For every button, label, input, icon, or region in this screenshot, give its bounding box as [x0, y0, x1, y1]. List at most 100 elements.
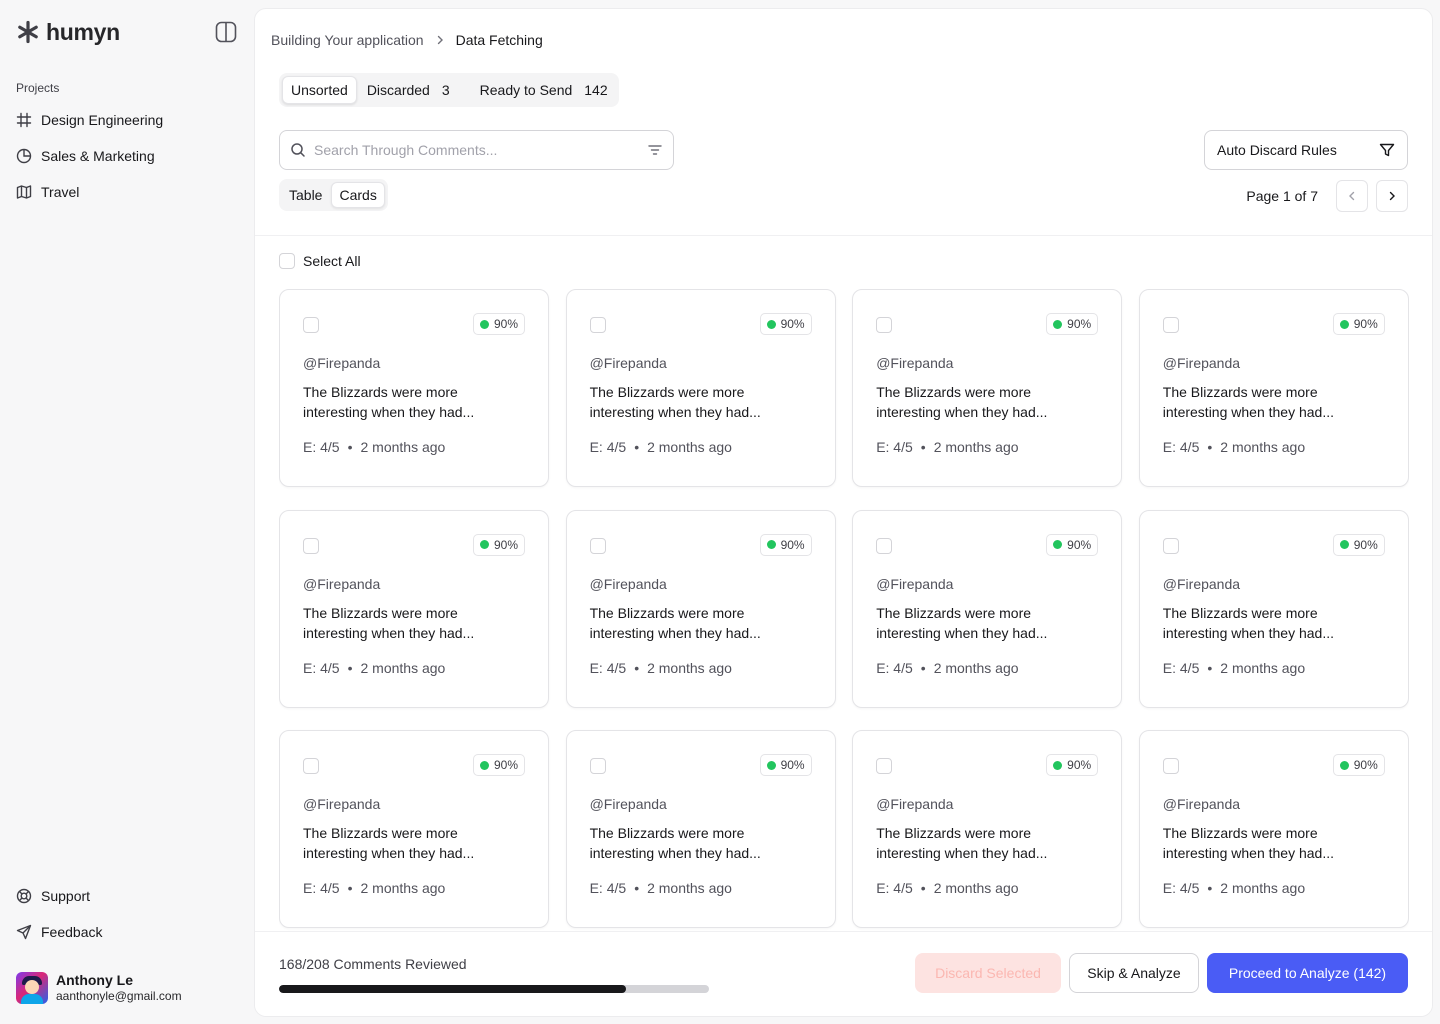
- tab-ready-to-send[interactable]: Ready to Send 142: [472, 76, 616, 104]
- sidebar-item-sales-marketing[interactable]: Sales & Marketing: [16, 142, 238, 170]
- sidebar-toggle-button[interactable]: [214, 20, 238, 44]
- comment-author: @Firepanda: [303, 796, 381, 813]
- card-checkbox[interactable]: [589, 537, 606, 554]
- comment-author: @Firepanda: [589, 575, 667, 592]
- divider: [255, 235, 1432, 236]
- card-checkbox[interactable]: [1162, 537, 1179, 554]
- comment-card[interactable]: 90% @Firepanda The Blizzards were more int…: [279, 289, 549, 487]
- funnel-icon: [1379, 143, 1395, 157]
- comment-card-grid: 90% @Firepanda The Blizzards were more int…: [279, 289, 1409, 935]
- filter-lines-icon[interactable]: [647, 142, 663, 158]
- score-badge: 90%: [1332, 754, 1385, 777]
- sidebar-item-label: Sales & Marketing: [41, 148, 155, 164]
- card-checkbox[interactable]: [589, 317, 606, 333]
- status-dot-icon: [1053, 760, 1063, 770]
- comment-card[interactable]: 90% @Firepanda The Blizzards were more int…: [1138, 509, 1409, 708]
- card-checkbox[interactable]: [1162, 317, 1179, 333]
- score-value: 90%: [1353, 317, 1378, 331]
- comment-card[interactable]: 90% @Firepanda The Blizzards were more int…: [565, 289, 836, 487]
- breadcrumb-current: Data Fetching: [455, 32, 543, 48]
- logo[interactable]: humyn: [16, 19, 120, 46]
- score-value: 90%: [1067, 537, 1092, 552]
- hash-icon: [16, 112, 32, 128]
- card-checkbox[interactable]: [589, 758, 606, 775]
- card-checkbox[interactable]: [876, 758, 893, 775]
- comment-card[interactable]: 90% @Firepanda The Blizzards were more int…: [279, 509, 549, 708]
- user-email: aanthonyle@gmail.com: [56, 989, 182, 1003]
- card-checkbox[interactable]: [303, 537, 319, 554]
- asterisk-logo-icon: [18, 20, 38, 44]
- sidebar-item-design-engineering[interactable]: Design Engineering: [16, 106, 238, 134]
- comment-card[interactable]: 90% @Firepanda The Blizzards were more int…: [852, 730, 1123, 929]
- pie-chart-icon: [16, 148, 32, 164]
- select-all[interactable]: Select All: [279, 253, 361, 269]
- search-input[interactable]: [314, 142, 639, 158]
- logo-text: humyn: [46, 18, 120, 45]
- score-value: 90%: [493, 537, 518, 552]
- map-icon: [16, 185, 32, 199]
- tab-label: Unsorted: [291, 82, 348, 98]
- engagement-score: E: 4/5: [1162, 880, 1200, 897]
- comment-meta: E: 4/5 • 2 months ago: [876, 660, 1018, 676]
- tab-unsorted[interactable]: Unsorted: [282, 76, 357, 104]
- breadcrumb-parent[interactable]: Building Your application: [271, 32, 424, 48]
- status-dot-icon: [766, 760, 776, 770]
- prev-page-button[interactable]: [1336, 180, 1368, 212]
- comment-card[interactable]: 90% @Firepanda The Blizzards were more int…: [852, 289, 1123, 487]
- status-dot-icon: [1339, 760, 1349, 770]
- comment-card[interactable]: 90% @Firepanda The Blizzards were more int…: [565, 509, 836, 708]
- meta-separator: •: [1207, 880, 1213, 897]
- engagement-score: E: 4/5: [1162, 659, 1200, 676]
- card-checkbox[interactable]: [303, 758, 319, 775]
- tab-discarded[interactable]: Discarded 3: [359, 76, 458, 104]
- card-checkbox[interactable]: [876, 537, 893, 554]
- engagement-score: E: 4/5: [589, 880, 627, 897]
- sidebar-item-travel[interactable]: Travel: [16, 178, 238, 206]
- comment-card[interactable]: 90% @Firepanda The Blizzards were more int…: [565, 730, 836, 929]
- sidebar: humyn Projects Design Engineering Sales …: [0, 0, 254, 1024]
- meta-separator: •: [634, 880, 640, 897]
- user-profile[interactable]: Anthony Le aanthonyle@gmail.com: [16, 972, 182, 1004]
- score-value: 90%: [1067, 317, 1092, 331]
- comment-author: @Firepanda: [303, 575, 381, 592]
- engagement-score: E: 4/5: [876, 880, 913, 897]
- comment-author: @Firepanda: [1162, 796, 1241, 813]
- comment-text: The Blizzards were more interesting when…: [1162, 825, 1335, 862]
- meta-separator: •: [347, 439, 353, 455]
- search-field[interactable]: [279, 130, 674, 170]
- comment-time: 2 months ago: [647, 659, 732, 676]
- sidebar-item-feedback[interactable]: Feedback: [16, 918, 238, 946]
- chevron-right-icon: [437, 35, 443, 45]
- select-all-checkbox[interactable]: [279, 253, 295, 269]
- status-dot-icon: [766, 319, 776, 329]
- status-dot-icon: [1339, 319, 1349, 329]
- score-badge: 90%: [1332, 533, 1385, 556]
- meta-separator: •: [634, 439, 640, 455]
- card-checkbox[interactable]: [303, 317, 319, 333]
- comment-text: The Blizzards were more interesting when…: [589, 825, 761, 862]
- engagement-score: E: 4/5: [589, 439, 627, 455]
- card-checkbox[interactable]: [1162, 758, 1179, 775]
- comment-time: 2 months ago: [647, 439, 732, 455]
- next-page-button[interactable]: [1376, 180, 1408, 212]
- card-checkbox[interactable]: [876, 317, 893, 333]
- sidebar-item-support[interactable]: Support: [16, 882, 238, 910]
- auto-discard-rules-button[interactable]: Auto Discard Rules: [1204, 130, 1408, 170]
- avatar: [16, 972, 48, 1004]
- meta-separator: •: [347, 880, 353, 897]
- tab-count: 3: [441, 82, 450, 98]
- tab-cards[interactable]: Cards: [331, 182, 385, 208]
- comment-card[interactable]: 90% @Firepanda The Blizzards were more int…: [279, 730, 549, 929]
- proceed-analyze-button[interactable]: Proceed to Analyze (142): [1207, 953, 1408, 993]
- comment-text: The Blizzards were more interesting when…: [876, 384, 1048, 420]
- comment-card[interactable]: 90% @Firepanda The Blizzards were more int…: [1138, 730, 1409, 929]
- tab-table[interactable]: Table: [282, 182, 329, 208]
- user-name: Anthony Le: [56, 972, 133, 988]
- score-value: 90%: [780, 758, 805, 773]
- comment-author: @Firepanda: [1162, 355, 1241, 371]
- comment-card[interactable]: 90% @Firepanda The Blizzards were more int…: [852, 509, 1123, 708]
- comment-card[interactable]: 90% @Firepanda The Blizzards were more int…: [1138, 289, 1409, 487]
- meta-separator: •: [634, 659, 640, 676]
- discard-selected-button[interactable]: Discard Selected: [915, 953, 1061, 993]
- skip-analyze-button[interactable]: Skip & Analyze: [1069, 953, 1199, 993]
